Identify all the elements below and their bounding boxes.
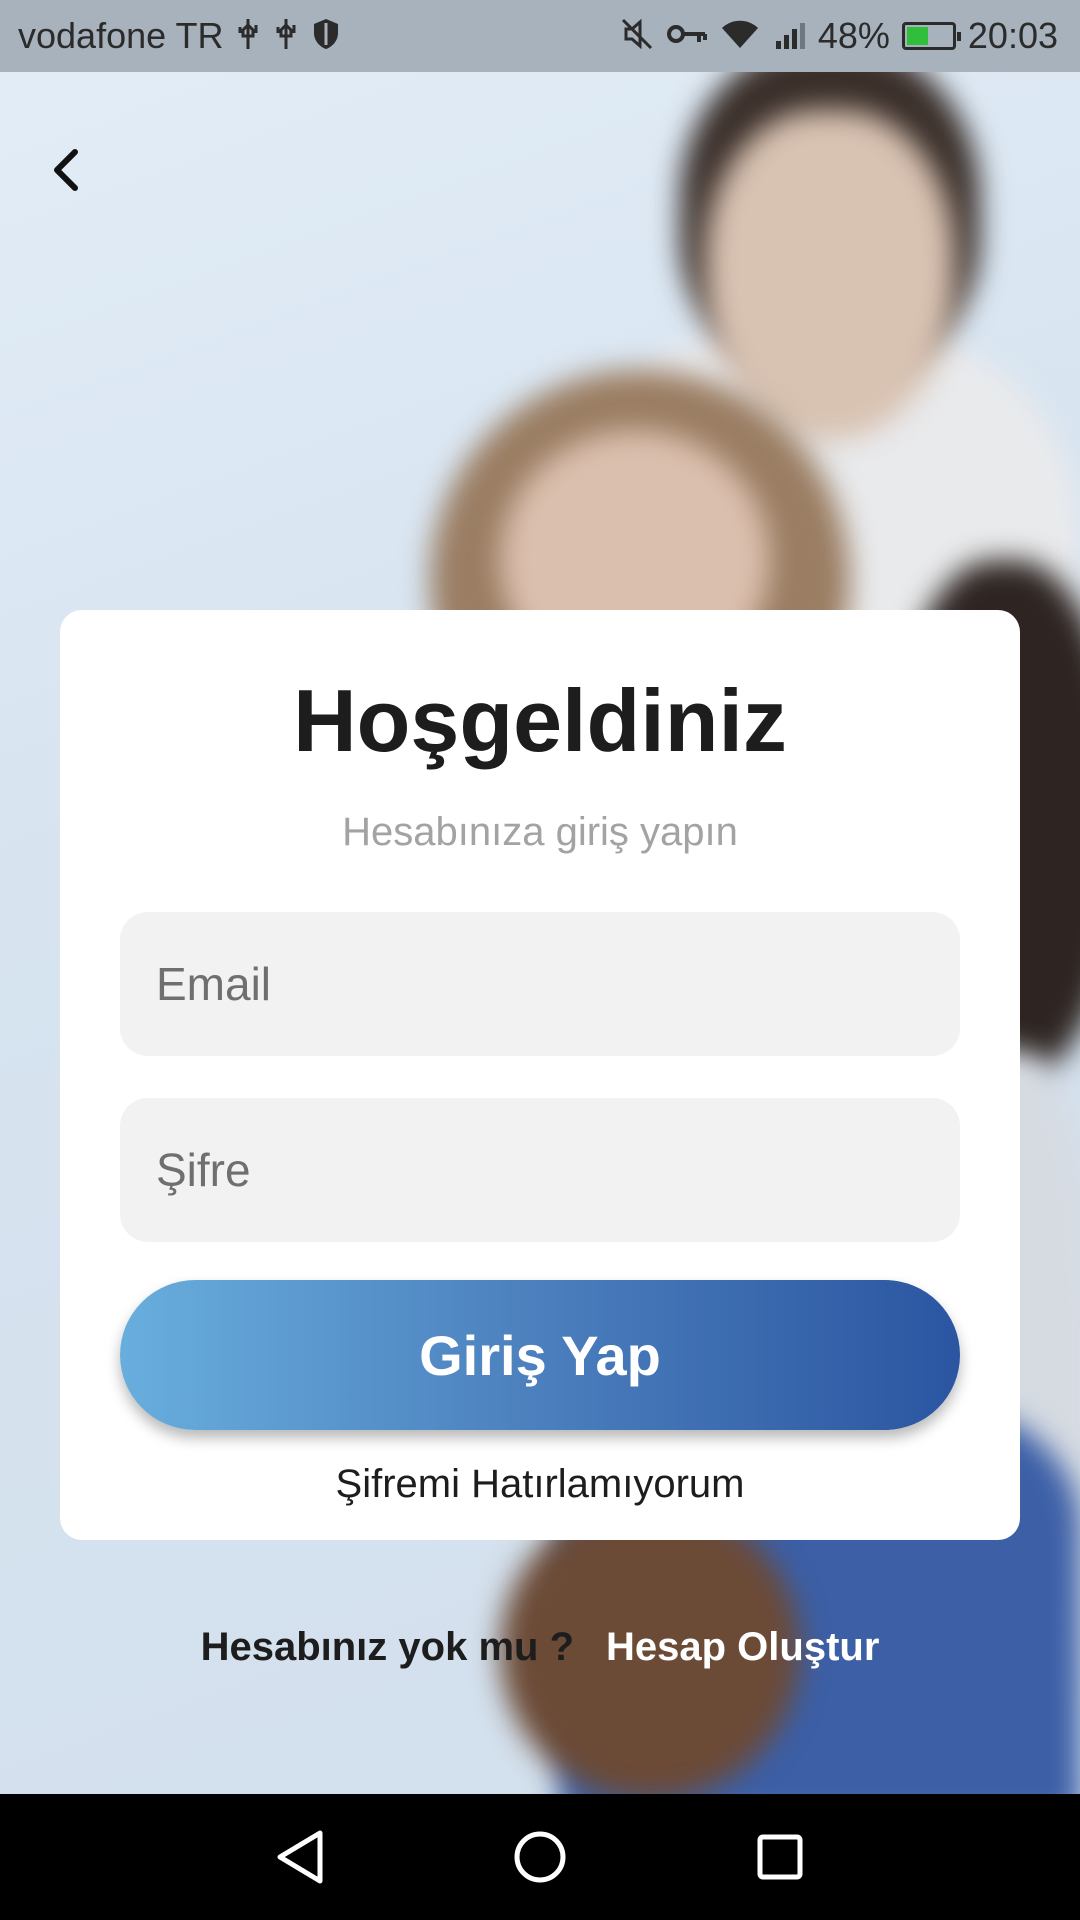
page-subtitle: Hesabınıza giriş yapın <box>342 810 738 854</box>
battery-fill <box>906 27 929 45</box>
signup-prompt: Hesabınız yok mu ? Hesap Oluştur <box>0 1625 1080 1670</box>
forgot-password-link[interactable]: Şifremi Hatırlamıyorum <box>60 1462 1020 1507</box>
wifi-icon <box>720 18 760 55</box>
recents-square-icon <box>757 1834 803 1880</box>
carrier-name: vodafone TR <box>18 15 224 56</box>
home-circle-icon <box>514 1831 566 1883</box>
nav-back-button[interactable] <box>260 1817 340 1897</box>
email-field[interactable] <box>120 912 960 1056</box>
battery-percent: 48% <box>817 15 890 56</box>
chevron-left-icon <box>54 149 78 191</box>
password-field[interactable] <box>120 1098 960 1242</box>
nav-recents-button[interactable] <box>740 1817 820 1897</box>
system-nav-bar <box>0 1794 1080 1920</box>
vpn-key-icon <box>666 20 708 53</box>
back-button[interactable] <box>36 130 96 210</box>
nav-home-button[interactable] <box>500 1817 580 1897</box>
login-button[interactable]: Giriş Yap <box>120 1280 960 1430</box>
status-bar: vodafone TR 48% 20:03 <box>0 0 1080 72</box>
signup-question: Hesabınız yok mu ? <box>200 1625 574 1669</box>
battery-icon <box>901 22 961 50</box>
page-title: Hoşgeldiniz <box>293 671 787 770</box>
usb-icon <box>235 17 261 56</box>
back-triangle-icon <box>277 1830 323 1884</box>
shield-icon <box>311 17 341 56</box>
signal-3g-icon <box>772 17 806 56</box>
mute-icon <box>620 17 654 56</box>
create-account-link[interactable]: Hesap Oluştur <box>606 1625 879 1670</box>
usb-icon <box>273 17 299 56</box>
login-card: Hoşgeldiniz Hesabınıza giriş yapın Giriş… <box>60 610 1020 1540</box>
clock: 20:03 <box>967 15 1058 56</box>
